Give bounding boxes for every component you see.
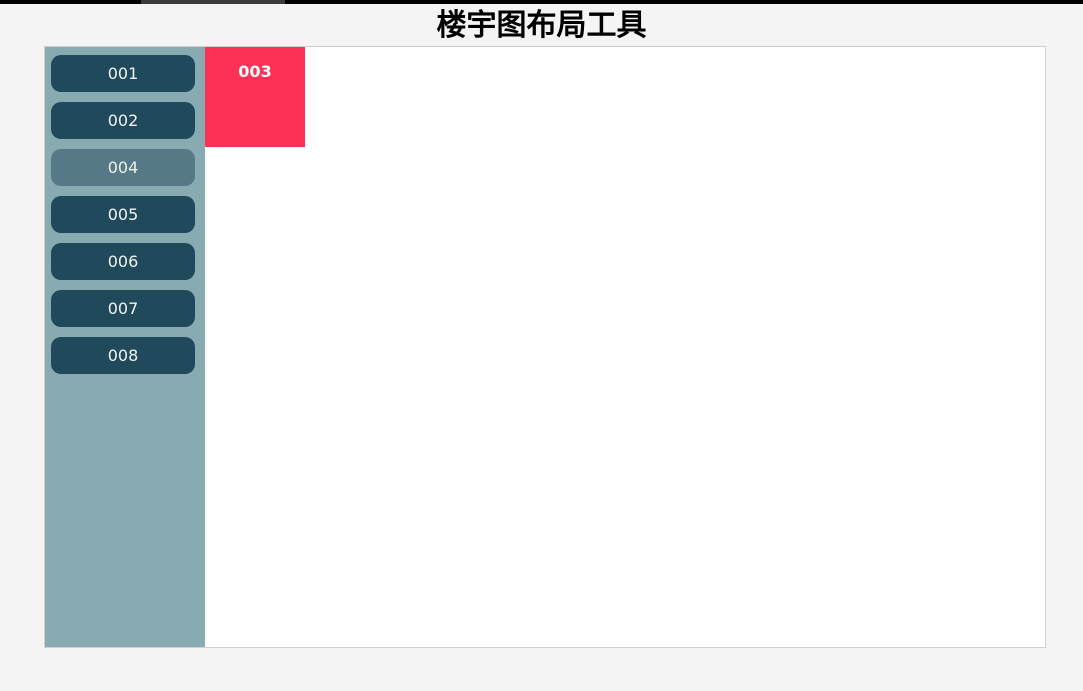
sidebar-item-004[interactable]: 004 — [51, 149, 195, 186]
layout-frame: 001 002 004 005 006 007 008 003 — [44, 46, 1046, 648]
top-bar — [0, 0, 1083, 4]
sidebar-item-002[interactable]: 002 — [51, 102, 195, 139]
sidebar-item-001[interactable]: 001 — [51, 55, 195, 92]
sidebar-item-005[interactable]: 005 — [51, 196, 195, 233]
sidebar-item-007[interactable]: 007 — [51, 290, 195, 327]
sidebar-item-006[interactable]: 006 — [51, 243, 195, 280]
top-bar-accent — [141, 0, 285, 4]
layout-canvas[interactable]: 003 — [205, 47, 1045, 647]
page-title: 楼宇图布局工具 — [436, 8, 647, 43]
sidebar: 001 002 004 005 006 007 008 — [45, 47, 205, 647]
placed-block-label: 003 — [238, 62, 272, 81]
placed-block-003[interactable]: 003 — [205, 47, 305, 147]
sidebar-item-008[interactable]: 008 — [51, 337, 195, 374]
